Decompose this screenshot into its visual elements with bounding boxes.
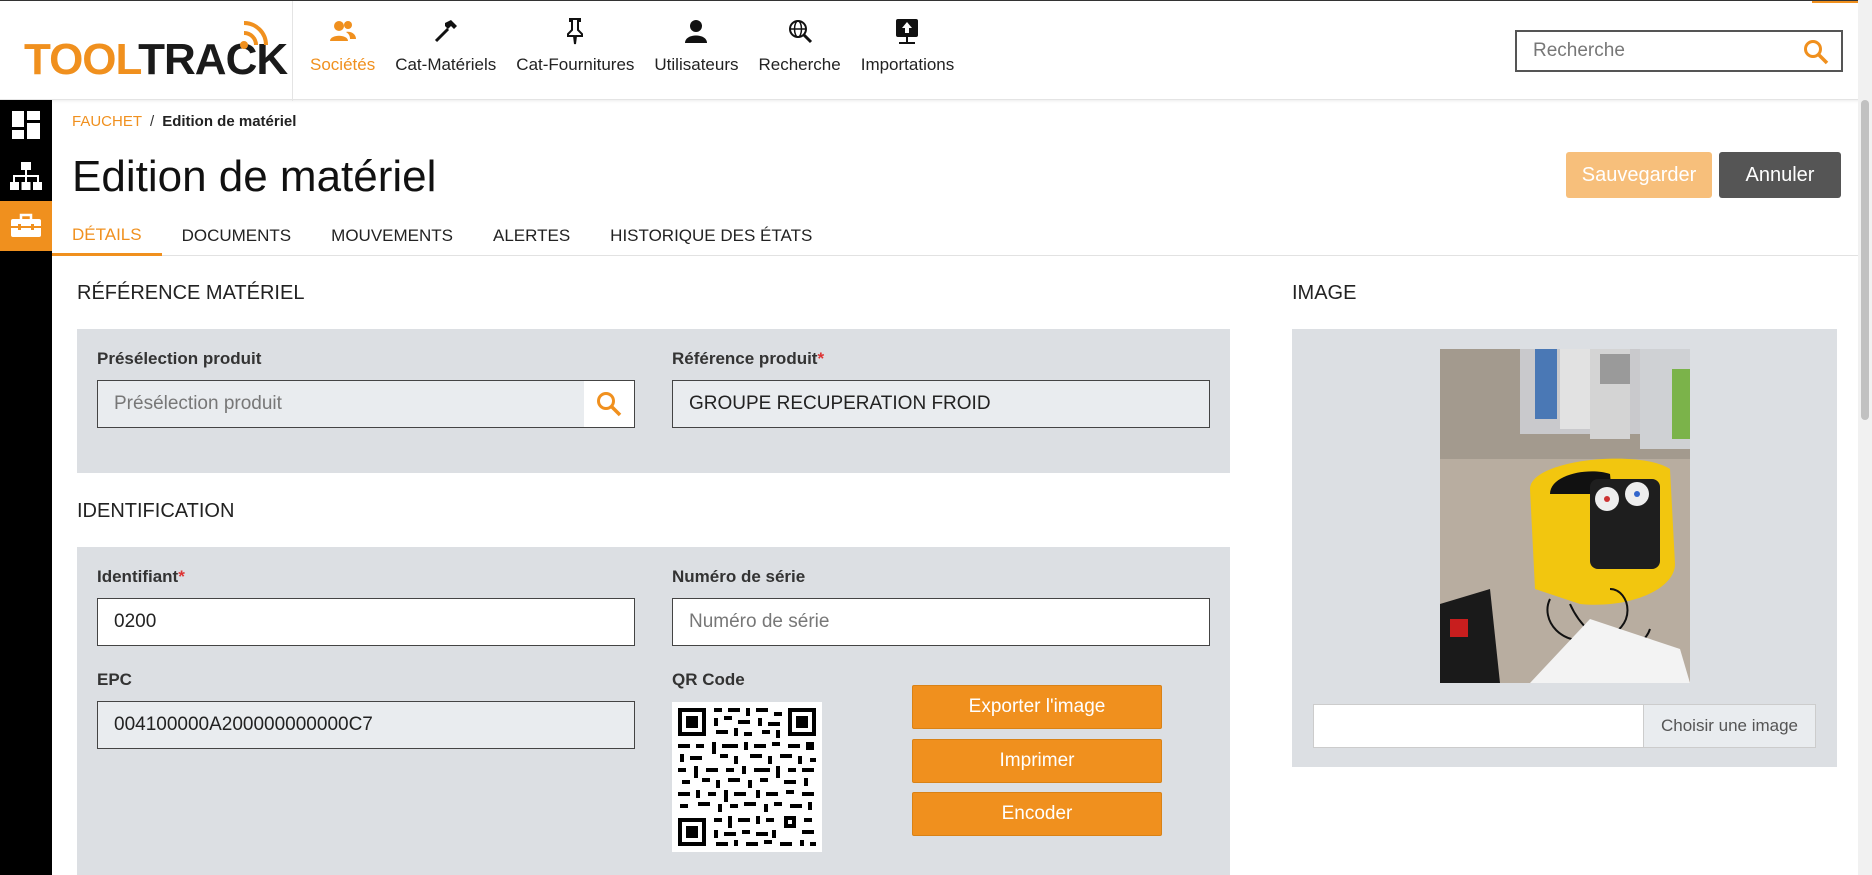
nav-label: Recherche: [758, 55, 841, 74]
breadcrumb-parent-link[interactable]: FAUCHET: [72, 113, 142, 130]
search-box: [1515, 30, 1843, 72]
nav-utilisateurs[interactable]: Utilisateurs: [644, 1, 748, 101]
product-ref-label: Référence produit*: [672, 349, 824, 369]
nav-label: Cat-Fournitures: [516, 55, 635, 74]
file-upload: Choisir une image: [1313, 704, 1816, 748]
nav-label: Importations: [860, 55, 955, 74]
search-icon[interactable]: [1803, 39, 1829, 65]
search-icon: [597, 392, 622, 417]
page-title: Edition de matériel: [72, 152, 437, 201]
tab-historique[interactable]: HISTORIQUE DES ÉTATS: [590, 214, 832, 256]
serial-field[interactable]: [672, 598, 1210, 646]
epc-field[interactable]: [97, 701, 635, 749]
product-ref-field[interactable]: [672, 380, 1210, 428]
users-icon: [329, 17, 357, 45]
breadcrumb: FAUCHET / Edition de matériel: [72, 113, 296, 130]
identifier-label: Identifiant*: [97, 567, 185, 587]
breadcrumb-separator: /: [150, 113, 155, 130]
preselection-input[interactable]: [97, 380, 635, 428]
identifier-label-text: Identifiant: [97, 567, 179, 586]
signal-icon: [240, 21, 268, 49]
tab-alertes[interactable]: ALERTES: [473, 214, 590, 256]
main-nav: Sociétés Cat-Matériels Cat-Fournitures U…: [300, 1, 964, 101]
tab-documents[interactable]: DOCUMENTS: [162, 214, 312, 256]
nav-cat-materiels[interactable]: Cat-Matériels: [385, 1, 506, 101]
sidebar-item-toolbox[interactable]: [0, 201, 52, 251]
nav-label: Utilisateurs: [654, 55, 739, 74]
export-image-button[interactable]: Exporter l'image: [912, 685, 1162, 729]
nav-recherche[interactable]: Recherche: [749, 1, 851, 101]
nav-label: Sociétés: [310, 55, 376, 74]
preselection-label: Présélection produit: [97, 349, 262, 368]
pin-icon: [561, 17, 589, 45]
user-icon: [682, 17, 710, 45]
epc-label: EPC: [97, 670, 132, 689]
sidebar-item-dashboard[interactable]: [0, 100, 52, 150]
search-input[interactable]: [1517, 32, 1797, 70]
required-marker: *: [817, 349, 825, 368]
nav-cat-fournitures[interactable]: Cat-Fournitures: [506, 1, 644, 101]
choose-image-button[interactable]: Choisir une image: [1643, 705, 1815, 747]
breadcrumb-current: Edition de matériel: [162, 113, 297, 130]
logo[interactable]: TOOLTRACK: [0, 1, 293, 101]
identifier-field[interactable]: [97, 598, 635, 646]
image-section-title: IMAGE: [1292, 282, 1357, 304]
nav-label: Cat-Matériels: [395, 55, 497, 74]
nav-societes[interactable]: Sociétés: [300, 1, 385, 101]
hammer-icon: [432, 17, 460, 45]
print-button[interactable]: Imprimer: [912, 739, 1162, 783]
upload-icon: [893, 17, 921, 45]
nav-importations[interactable]: Importations: [851, 1, 965, 101]
sidebar: [0, 100, 52, 875]
tab-mouvements[interactable]: MOUVEMENTS: [311, 214, 473, 256]
toolbox-icon: [11, 213, 41, 237]
save-button[interactable]: Sauvegarder: [1566, 152, 1712, 198]
top-bar: TOOLTRACK Sociétés Cat-Matériels Cat-Fou…: [0, 0, 1872, 101]
required-marker: *: [178, 567, 185, 586]
reference-section-title: RÉFÉRENCE MATÉRIEL: [77, 282, 305, 304]
globe-search-icon: [786, 17, 814, 45]
hierarchy-icon: [10, 162, 42, 190]
sidebar-item-hierarchy[interactable]: [0, 151, 52, 201]
serial-label: Numéro de série: [672, 567, 806, 586]
qr-code-image: [672, 702, 822, 852]
product-ref-label-text: Référence produit: [672, 349, 818, 368]
identification-section-title: IDENTIFICATION: [77, 500, 235, 522]
tab-bar: DÉTAILS DOCUMENTS MOUVEMENTS ALERTES HIS…: [52, 214, 1858, 256]
qr-label: QR Code: [672, 670, 745, 689]
preselection-search-button[interactable]: [584, 381, 634, 427]
cancel-button[interactable]: Annuler: [1719, 152, 1841, 198]
scrollbar-thumb[interactable]: [1861, 100, 1869, 420]
encode-button[interactable]: Encoder: [912, 792, 1162, 836]
tab-details[interactable]: DÉTAILS: [52, 214, 162, 256]
page-scrollbar[interactable]: [1858, 0, 1872, 875]
equipment-photo: [1440, 349, 1690, 683]
dashboard-icon: [12, 111, 40, 139]
